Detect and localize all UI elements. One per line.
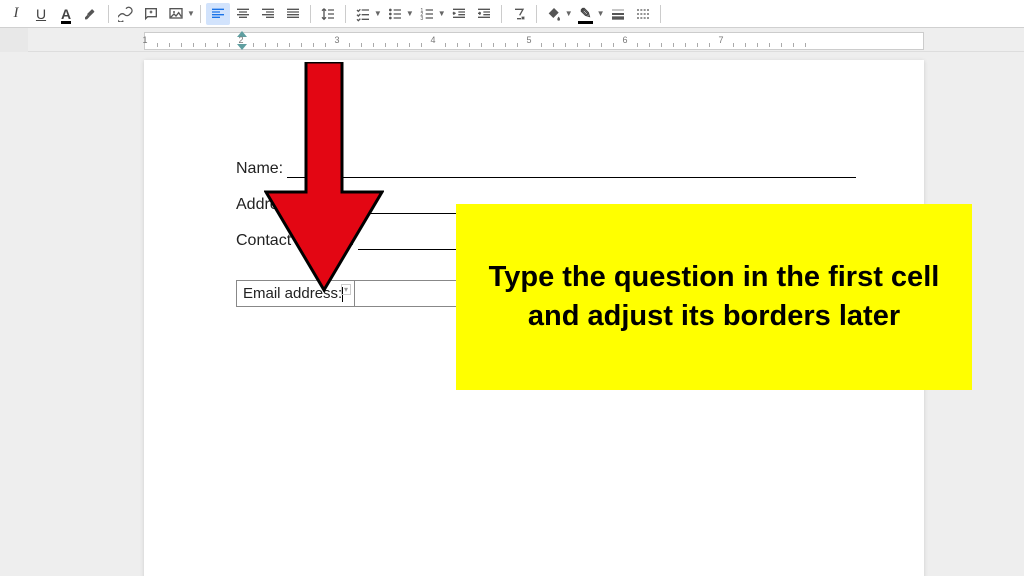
ruler-number: 1 bbox=[142, 35, 147, 45]
add-comment-button[interactable] bbox=[139, 3, 163, 25]
border-pen-button[interactable]: ✎ bbox=[574, 3, 598, 25]
insert-image-button[interactable] bbox=[164, 3, 188, 25]
dropdown-caret-icon[interactable]: ▼ bbox=[597, 9, 605, 18]
border-style-button[interactable] bbox=[631, 3, 655, 25]
align-center-button[interactable] bbox=[231, 3, 255, 25]
toolbar-separator bbox=[108, 5, 109, 23]
border-dash-icon bbox=[635, 6, 651, 22]
dropdown-caret-icon[interactable]: ▼ bbox=[438, 9, 446, 18]
table-cell-first[interactable]: Email address: ▾ bbox=[237, 281, 355, 307]
field-underline bbox=[287, 160, 856, 178]
line-spacing-icon bbox=[320, 6, 336, 22]
toolbar-separator bbox=[660, 5, 661, 23]
align-justify-icon bbox=[285, 6, 301, 22]
text-color-button[interactable]: A bbox=[54, 3, 78, 25]
ruler-number: 2 bbox=[238, 35, 243, 45]
ruler-area: 1 2 3 4 5 6 7 bbox=[0, 28, 1024, 52]
vertical-ruler-stub bbox=[0, 28, 28, 52]
align-left-button[interactable] bbox=[206, 3, 230, 25]
paint-bucket-icon bbox=[546, 6, 562, 22]
callout-text: Type the question in the first cell and … bbox=[486, 258, 942, 336]
insert-link-button[interactable] bbox=[114, 3, 138, 25]
ruler-number: 3 bbox=[334, 35, 339, 45]
ruler-number: 7 bbox=[718, 35, 723, 45]
email-table[interactable]: Email address: ▾ bbox=[236, 280, 482, 307]
cell-text: Email address: bbox=[243, 285, 342, 302]
italic-button[interactable]: I bbox=[4, 3, 28, 25]
dropdown-caret-icon[interactable]: ▼ bbox=[187, 9, 195, 18]
align-left-icon bbox=[210, 6, 226, 22]
numbered-list-button[interactable]: 123 bbox=[415, 3, 439, 25]
align-right-icon bbox=[260, 6, 276, 22]
decrease-indent-button[interactable] bbox=[447, 3, 471, 25]
checklist-button[interactable] bbox=[351, 3, 375, 25]
link-icon bbox=[118, 6, 134, 22]
increase-indent-icon bbox=[476, 6, 492, 22]
table-row[interactable]: Email address: ▾ bbox=[237, 281, 482, 307]
ruler-number: 5 bbox=[526, 35, 531, 45]
dropdown-caret-icon[interactable]: ▼ bbox=[565, 9, 573, 18]
field-label: Contact number: bbox=[236, 232, 358, 250]
highlighter-icon bbox=[83, 6, 99, 22]
dropdown-caret-icon[interactable]: ▼ bbox=[374, 9, 382, 18]
image-icon bbox=[168, 6, 184, 22]
field-label: Name: bbox=[236, 160, 287, 178]
comment-icon bbox=[143, 6, 159, 22]
svg-text:3: 3 bbox=[420, 16, 423, 22]
cell-dropdown-icon[interactable]: ▾ bbox=[341, 284, 351, 295]
align-justify-button[interactable] bbox=[281, 3, 305, 25]
toolbar-separator bbox=[310, 5, 311, 23]
toolbar-separator bbox=[200, 5, 201, 23]
highlight-button[interactable] bbox=[79, 3, 103, 25]
border-color-button[interactable] bbox=[542, 3, 566, 25]
formatting-toolbar: I U A ▼ ▼ ▼ 123 ▼ bbox=[0, 0, 1024, 28]
clear-format-icon bbox=[511, 6, 527, 22]
form-row-name[interactable]: Name: bbox=[236, 160, 856, 178]
increase-indent-button[interactable] bbox=[472, 3, 496, 25]
annotation-callout: Type the question in the first cell and … bbox=[456, 204, 972, 390]
underline-button[interactable]: U bbox=[29, 3, 53, 25]
align-center-icon bbox=[235, 6, 251, 22]
ruler-number: 4 bbox=[430, 35, 435, 45]
align-right-button[interactable] bbox=[256, 3, 280, 25]
toolbar-separator bbox=[501, 5, 502, 23]
horizontal-ruler[interactable]: 1 2 3 4 5 6 7 bbox=[144, 32, 924, 50]
checklist-icon bbox=[355, 6, 371, 22]
decrease-indent-icon bbox=[451, 6, 467, 22]
clear-formatting-button[interactable] bbox=[507, 3, 531, 25]
field-label: Address: bbox=[236, 196, 303, 214]
toolbar-separator bbox=[345, 5, 346, 23]
line-spacing-button[interactable] bbox=[316, 3, 340, 25]
border-width-button[interactable] bbox=[606, 3, 630, 25]
dropdown-caret-icon[interactable]: ▼ bbox=[406, 9, 414, 18]
numbered-list-icon: 123 bbox=[419, 6, 435, 22]
ruler-number: 6 bbox=[622, 35, 627, 45]
bulleted-list-button[interactable] bbox=[383, 3, 407, 25]
bullet-list-icon bbox=[387, 6, 403, 22]
toolbar-separator bbox=[536, 5, 537, 23]
border-width-icon bbox=[610, 6, 626, 22]
